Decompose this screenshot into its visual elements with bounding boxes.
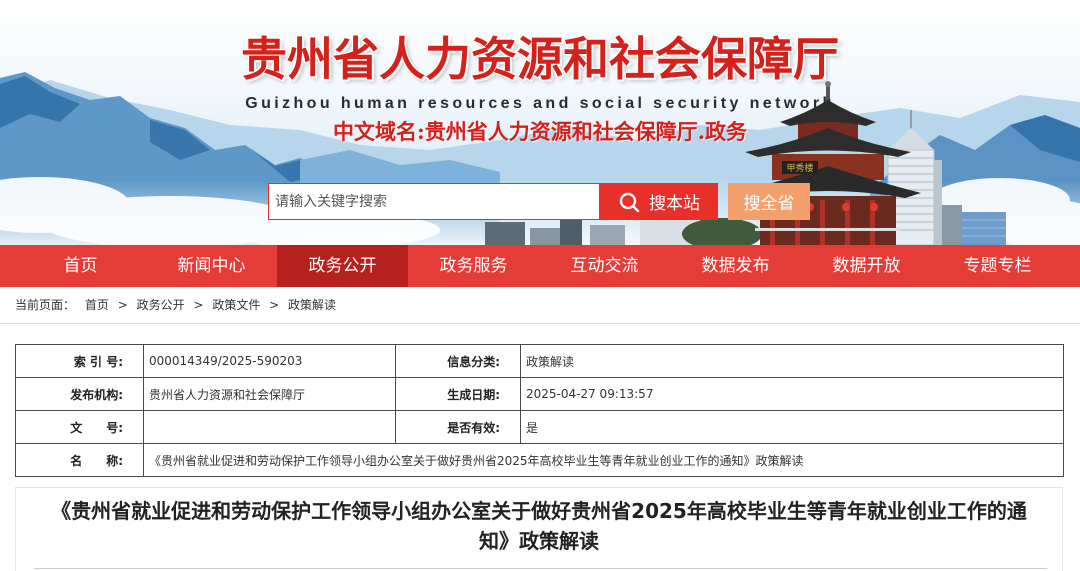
breadcrumb: 当前页面： 首页 > 政务公开 > 政策文件 > 政策解读 [0, 287, 1080, 324]
nav-item-gov-affairs-disclosure[interactable]: 政务公开 [277, 245, 408, 287]
breadcrumb-separator: > [193, 298, 204, 312]
created-date-value: 2025-04-27 09:13:57 [520, 377, 1064, 411]
site-domain-name: 中文域名:贵州省人力资源和社会保障厅.政务 [332, 119, 748, 144]
breadcrumb-prefix: 当前页面： [15, 298, 76, 312]
document-name-value: 《贵州省就业促进和劳动保护工作领导小组办公室关于做好贵州省2025年高校毕业生等… [143, 443, 1064, 477]
nav-item-gov-services[interactable]: 政务服务 [408, 245, 539, 287]
article-divider [34, 568, 1047, 569]
breadcrumb-item-gov-affairs[interactable]: 政务公开 [137, 298, 185, 312]
table-row: 文 号: 是否有效: 是 [15, 410, 1064, 444]
search-site-label: 搜本站 [649, 194, 700, 214]
main-nav: 首页 新闻中心 政务公开 政务服务 互动交流 数据发布 数据开放 专题专栏 [0, 245, 1080, 287]
article-title: 《贵州省就业促进和劳动保护工作领导小组办公室关于做好贵州省2025年高校毕业生等… [51, 499, 1027, 553]
site-title: 贵州省人力资源和社会保障厅 [241, 32, 839, 86]
validity-value: 是 [520, 410, 1064, 444]
breadcrumb-item-policy-interpretation[interactable]: 政策解读 [288, 298, 336, 312]
nav-item-news[interactable]: 新闻中心 [146, 245, 277, 287]
site-subtitle: Guizhou human resources and social secur… [245, 95, 835, 112]
search-icon [619, 192, 640, 212]
category-label: 信息分类: [395, 344, 521, 378]
document-metadata-table: 索 引 号: 000014349/2025-590203 信息分类: 政策解读 … [15, 344, 1064, 477]
search-input[interactable] [268, 183, 600, 220]
nav-item-special-topics[interactable]: 专题专栏 [932, 245, 1063, 287]
breadcrumb-item-policy-docs[interactable]: 政策文件 [212, 298, 260, 312]
breadcrumb-separator: > [117, 298, 128, 312]
nav-item-open-data[interactable]: 数据开放 [801, 245, 932, 287]
created-date-label: 生成日期: [395, 377, 521, 411]
index-number-label: 索 引 号: [15, 344, 144, 378]
index-number-value: 000014349/2025-590203 [143, 344, 396, 378]
validity-label: 是否有效: [395, 410, 521, 444]
document-name-label: 名 称: [15, 443, 144, 477]
nav-item-interaction[interactable]: 互动交流 [539, 245, 670, 287]
table-row: 索 引 号: 000014349/2025-590203 信息分类: 政策解读 [15, 344, 1064, 378]
main-nav-items: 首页 新闻中心 政务公开 政务服务 互动交流 数据发布 数据开放 专题专栏 [15, 245, 1063, 287]
breadcrumb-separator: > [269, 298, 280, 312]
nav-item-home[interactable]: 首页 [15, 245, 146, 287]
publisher-value: 贵州省人力资源和社会保障厅 [143, 377, 396, 411]
document-number-label: 文 号: [15, 410, 144, 444]
article-container: 《贵州省就业促进和劳动保护工作领导小组办公室关于做好贵州省2025年高校毕业生等… [15, 487, 1063, 571]
document-number-value [143, 410, 396, 444]
site-header: 甲秀楼 贵州省人力资源和社会保障厅 Guizhou human resource… [0, 0, 1080, 245]
search-site-button[interactable]: 搜本站 [600, 183, 718, 220]
search-province-button[interactable]: 搜全省 [728, 183, 810, 220]
category-value: 政策解读 [520, 344, 1064, 378]
table-row: 名 称: 《贵州省就业促进和劳动保护工作领导小组办公室关于做好贵州省2025年高… [15, 443, 1064, 477]
breadcrumb-item-home[interactable]: 首页 [85, 298, 109, 312]
building-sign: 甲秀楼 [786, 162, 813, 174]
table-row: 发布机构: 贵州省人力资源和社会保障厅 生成日期: 2025-04-27 09:… [15, 377, 1064, 411]
search-bar: 搜本站 搜全省 [268, 183, 810, 220]
nav-item-data-release[interactable]: 数据发布 [670, 245, 801, 287]
publisher-label: 发布机构: [15, 377, 144, 411]
